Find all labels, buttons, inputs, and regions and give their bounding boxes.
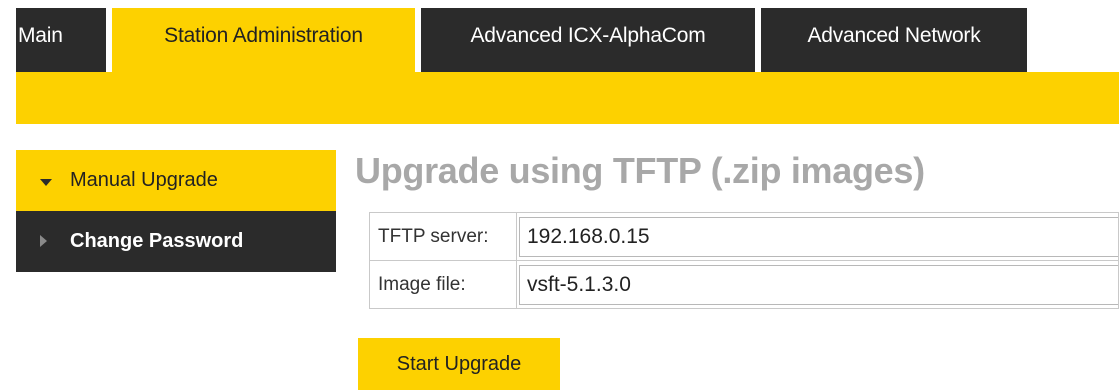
- image-file-input[interactable]: [519, 264, 1118, 305]
- caret-right-icon: [16, 230, 54, 253]
- page: Main Station Administration Advanced ICX…: [0, 0, 1119, 390]
- tab-advanced-icx-alphacom[interactable]: Advanced ICX-AlphaCom: [421, 8, 755, 72]
- sidebar-item-label: Change Password: [70, 230, 244, 252]
- sidebar-item-label: Manual Upgrade: [70, 169, 218, 191]
- image-file-cell: [516, 260, 1119, 309]
- tftp-server-input[interactable]: [519, 216, 1118, 257]
- sidebar-item-manual-upgrade[interactable]: Manual Upgrade: [16, 150, 336, 211]
- form-row-tftp-server: TFTP server:: [369, 212, 1119, 261]
- image-file-label: Image file:: [369, 260, 517, 309]
- caret-down-icon: [16, 169, 54, 192]
- upgrade-form: TFTP server: Image file:: [369, 212, 1119, 309]
- page-title: Upgrade using TFTP (.zip images): [355, 150, 925, 191]
- tftp-server-label: TFTP server:: [369, 212, 517, 261]
- start-upgrade-button[interactable]: Start Upgrade: [358, 338, 560, 390]
- form-row-image-file: Image file:: [369, 260, 1119, 309]
- sidebar-item-change-password[interactable]: Change Password: [16, 211, 336, 272]
- tab-advanced-network[interactable]: Advanced Network: [761, 8, 1027, 72]
- top-tab-bar: Main Station Administration Advanced ICX…: [16, 8, 1033, 72]
- side-menu: Manual Upgrade Change Password: [16, 150, 336, 272]
- tab-main[interactable]: Main: [16, 8, 106, 72]
- tab-station-administration[interactable]: Station Administration: [112, 8, 415, 72]
- subnav-band: [16, 72, 1119, 124]
- tftp-server-cell: [516, 212, 1119, 261]
